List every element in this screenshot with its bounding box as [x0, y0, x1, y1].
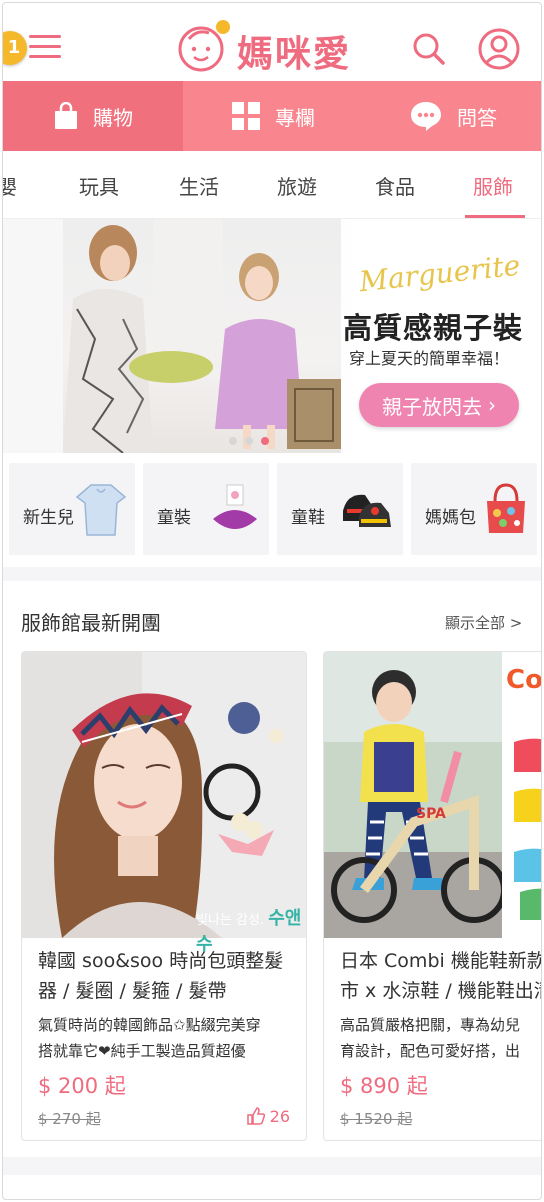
kids-shoes-icon: [343, 494, 391, 527]
product-image: 빛나는 감성. 수앤수: [22, 652, 306, 955]
category-tab-travel[interactable]: 旅遊: [277, 171, 317, 200]
brand-logo-fragment: Co: [506, 665, 542, 695]
product-description: 高品質嚴格把關，專為幼兒 育設計，配色可愛好搭，出: [340, 1016, 521, 1060]
quick-category-label: 媽媽包: [425, 508, 476, 528]
product-card[interactable]: 빛나는 감성. 수앤수 韓國 soo&soo 時尚包頭整髮 器 / 髮圈 / 髮…: [21, 651, 307, 1141]
product-title: 日本 Combi 機能鞋新款上 市 x 水涼鞋 / 機能鞋出清: [340, 950, 541, 1002]
brand-script-text: Marguerite: [357, 248, 522, 299]
banner-title: 高質感親子裝: [343, 311, 524, 345]
category-tab-food[interactable]: 食品: [375, 171, 415, 200]
mommy-bag-icon: [487, 483, 525, 533]
product-title: 韓國 soo&soo 時尚包頭整髮 器 / 髮圈 / 髮箍 / 髮帶: [38, 950, 284, 1002]
tutu-dress-icon: [213, 484, 257, 529]
quick-category-newborn[interactable]: 新生兒: [9, 463, 135, 555]
product-price: $ 200 起: [38, 1074, 126, 1098]
app-frame: 1 媽咪愛 購物 專欄 問答 玩具 生活 旅遊 食品 服飾 Marguerite…: [2, 2, 542, 1200]
show-all-link[interactable]: 顯示全部 >: [445, 612, 522, 633]
banner-photo: [3, 219, 341, 453]
product-original-price: $ 270 起: [38, 1110, 101, 1128]
section-divider: [3, 567, 541, 581]
chat-bubble-icon: [411, 102, 441, 131]
active-tab-indicator: [465, 215, 525, 218]
tab-qa[interactable]: 問答: [363, 81, 541, 151]
like-button[interactable]: 26: [246, 1106, 290, 1126]
product-image: SPA Co: [324, 652, 542, 938]
logo-text: 媽咪愛: [237, 34, 352, 75]
carousel-dot-active[interactable]: [261, 437, 269, 445]
search-icon[interactable]: [409, 29, 449, 69]
chevron-right-icon: ›: [488, 393, 496, 417]
product-price: $ 890 起: [340, 1074, 428, 1098]
category-tab-life[interactable]: 生活: [179, 171, 219, 200]
tab-shopping[interactable]: 購物: [3, 81, 183, 151]
tab-columns-label: 專欄: [275, 105, 315, 130]
category-tab-apparel[interactable]: 服飾: [473, 171, 513, 200]
banner-cta-label: 親子放閃去: [382, 394, 482, 419]
section-title: 服飾館最新開團: [21, 611, 161, 635]
banner-cta-button[interactable]: 親子放閃去 ›: [359, 383, 519, 427]
notification-badge: 1: [3, 31, 27, 65]
carousel-indicators: [229, 437, 269, 445]
hamburger-menu-icon[interactable]: [25, 31, 65, 63]
product-original-price: $ 1520 起: [340, 1110, 413, 1128]
shopping-bag-icon: [55, 102, 77, 129]
top-header: 1 媽咪愛: [3, 3, 541, 81]
logo[interactable]: 媽咪愛: [175, 17, 375, 75]
quick-category-row: 新生兒 童裝 童鞋 媽媽包: [3, 459, 541, 559]
carousel-dot[interactable]: [245, 437, 253, 445]
product-card[interactable]: SPA Co 日本 Combi 機能鞋新款上 市 x 水涼鞋 / 機能鞋出清 高…: [323, 651, 542, 1141]
tab-qa-label: 問答: [457, 105, 497, 130]
svg-text:SPA: SPA: [416, 806, 446, 822]
baby-romper-icon: [75, 484, 127, 536]
quick-category-label: 童裝: [157, 508, 191, 528]
tab-shopping-label: 購物: [93, 105, 133, 130]
quick-category-kids-shoes[interactable]: 童鞋: [277, 463, 403, 555]
banner-subtitle: 穿上夏天的簡單幸福！: [349, 349, 510, 368]
quick-category-label: 新生兒: [23, 508, 74, 528]
quick-category-mommy-bag[interactable]: 媽媽包: [411, 463, 537, 555]
tab-columns[interactable]: 專欄: [183, 81, 363, 151]
like-count: 26: [269, 1106, 290, 1126]
product-description: 氣質時尚的韓國飾品✩點綴完美穿 搭就靠它❤純手工製造品質超優: [38, 1016, 261, 1060]
category-tab-bar: 嬰 玩具 生活 旅遊 食品 服飾: [3, 151, 541, 219]
baby-face-icon: [178, 20, 230, 72]
section-divider: [3, 1157, 541, 1175]
carousel-dot[interactable]: [229, 437, 237, 445]
category-tab-baby[interactable]: 嬰: [3, 171, 17, 200]
promo-banner[interactable]: Marguerite 高質感親子裝 穿上夏天的簡單幸福！ 親子放閃去 ›: [3, 219, 541, 453]
user-profile-icon[interactable]: [477, 27, 521, 71]
quick-category-kids-wear[interactable]: 童裝: [143, 463, 269, 555]
main-tab-bar: 購物 專欄 問答: [3, 81, 541, 151]
thumbs-up-icon: [246, 1107, 265, 1125]
grid-icon: [232, 102, 260, 130]
quick-category-label: 童鞋: [291, 508, 325, 528]
category-tab-toys[interactable]: 玩具: [79, 171, 119, 200]
